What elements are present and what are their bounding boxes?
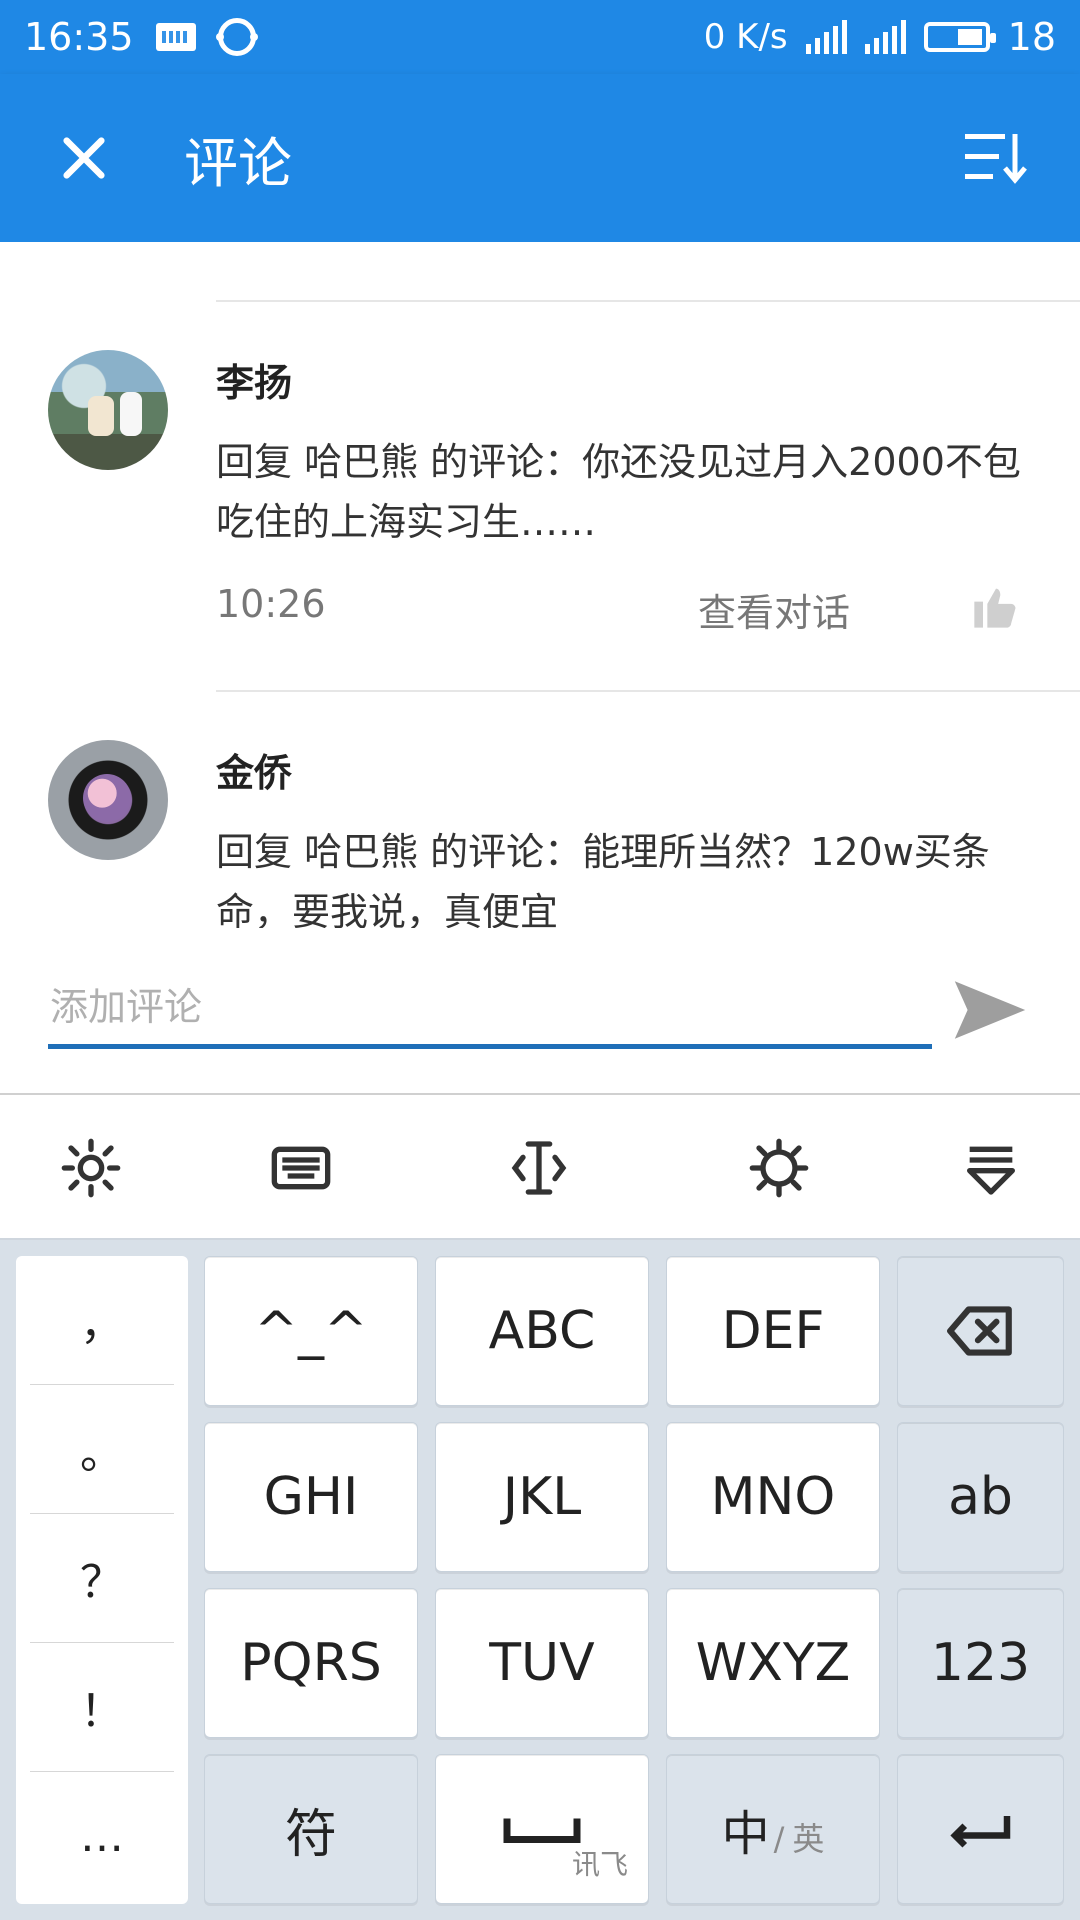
battery-level: 18 — [1007, 15, 1056, 59]
like-button[interactable] — [970, 580, 1022, 632]
key-def[interactable]: DEF — [666, 1256, 880, 1406]
send-button[interactable] — [950, 970, 1030, 1050]
space-key[interactable]: 讯飞 — [435, 1754, 649, 1904]
language-en: 英 — [792, 1820, 825, 1858]
app-bar: 评论 — [0, 74, 1080, 242]
sort-button[interactable] — [946, 108, 1046, 208]
battery-icon — [923, 22, 996, 52]
comment-time: 10:26 — [216, 582, 326, 626]
key-pqrs[interactable]: PQRS — [204, 1588, 418, 1738]
space-bar-icon — [503, 1818, 581, 1843]
hide-keyboard-icon — [967, 1146, 1015, 1195]
key-jkl[interactable]: JKL — [435, 1422, 649, 1572]
close-icon — [63, 137, 105, 179]
sync-icon — [215, 18, 258, 56]
keyboard-settings-button[interactable] — [54, 1131, 128, 1205]
language-separator: / — [773, 1820, 785, 1858]
comments-list[interactable]: 李扬 回复 哈巴熊 的评论：你还没见过月入2000不包吃住的上海实习生…… 10… — [0, 242, 1080, 928]
theme-button[interactable] — [742, 1131, 816, 1205]
avatar[interactable] — [48, 350, 168, 470]
backspace-key[interactable] — [897, 1256, 1064, 1406]
keyboard-layout-button[interactable] — [264, 1131, 338, 1205]
punctuation-key[interactable]: 。 — [30, 1385, 174, 1514]
avatar[interactable] — [48, 740, 168, 860]
language-zh: 中 — [721, 1806, 770, 1862]
backspace-icon — [946, 1306, 1012, 1356]
key-mno[interactable]: MNO — [666, 1422, 880, 1572]
key-abc[interactable]: ABC — [435, 1256, 649, 1406]
page-title: 评论 — [184, 131, 292, 195]
key-symbols[interactable]: 符 — [204, 1754, 418, 1904]
close-button[interactable] — [24, 98, 144, 218]
signal-strength-icon — [805, 20, 847, 54]
language-toggle-key[interactable]: 中 / 英 — [666, 1754, 880, 1904]
keyboard-notification-icon — [155, 23, 196, 51]
thumbs-up-icon — [974, 588, 1016, 628]
view-conversation-link[interactable]: 查看对话 — [698, 582, 850, 637]
punctuation-key[interactable]: ！ — [30, 1643, 174, 1772]
network-speed: 0 K/s — [703, 17, 788, 57]
user-name[interactable]: 金侨 — [216, 742, 292, 797]
punctuation-key[interactable]: ？ — [30, 1514, 174, 1643]
key-ghi[interactable]: GHI — [204, 1422, 418, 1572]
enter-key[interactable] — [897, 1754, 1064, 1904]
comment-input[interactable] — [48, 980, 932, 1034]
punctuation-key[interactable]: ， — [30, 1256, 174, 1385]
user-name[interactable]: 李扬 — [216, 352, 292, 407]
key-emoticon[interactable]: ^_^ — [204, 1256, 418, 1406]
status-time: 16:35 — [24, 15, 134, 59]
settings-gear-icon — [61, 1138, 121, 1198]
theme-gear-icon — [749, 1138, 809, 1198]
input-underline — [48, 1044, 932, 1049]
comment-text: 回复 哈巴熊 的评论：你还没见过月入2000不包吃住的上海实习生…… — [216, 440, 1021, 544]
status-bar: 16:35 0 K/s 18 — [0, 0, 1080, 74]
cursor-button[interactable] — [502, 1131, 576, 1205]
signal-strength-icon-2 — [864, 20, 906, 54]
ime-keyboard: ， 。 ？ ！ … ^_^ ABC DEF GHI JKL MNO ab PQR… — [0, 1240, 1080, 1920]
sort-icon — [965, 134, 1027, 184]
keyboard-toolbar — [0, 1097, 1080, 1240]
divider — [216, 690, 1080, 692]
key-tuv[interactable]: TUV — [435, 1588, 649, 1738]
punctuation-column: ， 。 ？ ！ … — [16, 1256, 188, 1904]
hide-keyboard-button[interactable] — [954, 1131, 1028, 1205]
comment-text: 回复 哈巴熊 的评论：能理所当然？120w买条命，要我说，真便宜 — [216, 830, 990, 928]
ime-brand-label: 讯飞 — [571, 1848, 628, 1881]
key-wxyz[interactable]: WXYZ — [666, 1588, 880, 1738]
divider — [216, 300, 1080, 302]
language-toggle-label: 中 / 英 — [722, 1794, 825, 1864]
enter-icon — [949, 1816, 1010, 1848]
keyboard-icon — [271, 1146, 331, 1190]
key-123[interactable]: 123 — [897, 1588, 1064, 1738]
key-ab[interactable]: ab — [897, 1422, 1064, 1572]
comment-input-area — [0, 928, 1080, 1095]
text-cursor-icon — [511, 1141, 567, 1195]
send-icon — [954, 981, 1026, 1039]
punctuation-key[interactable]: … — [30, 1772, 174, 1901]
